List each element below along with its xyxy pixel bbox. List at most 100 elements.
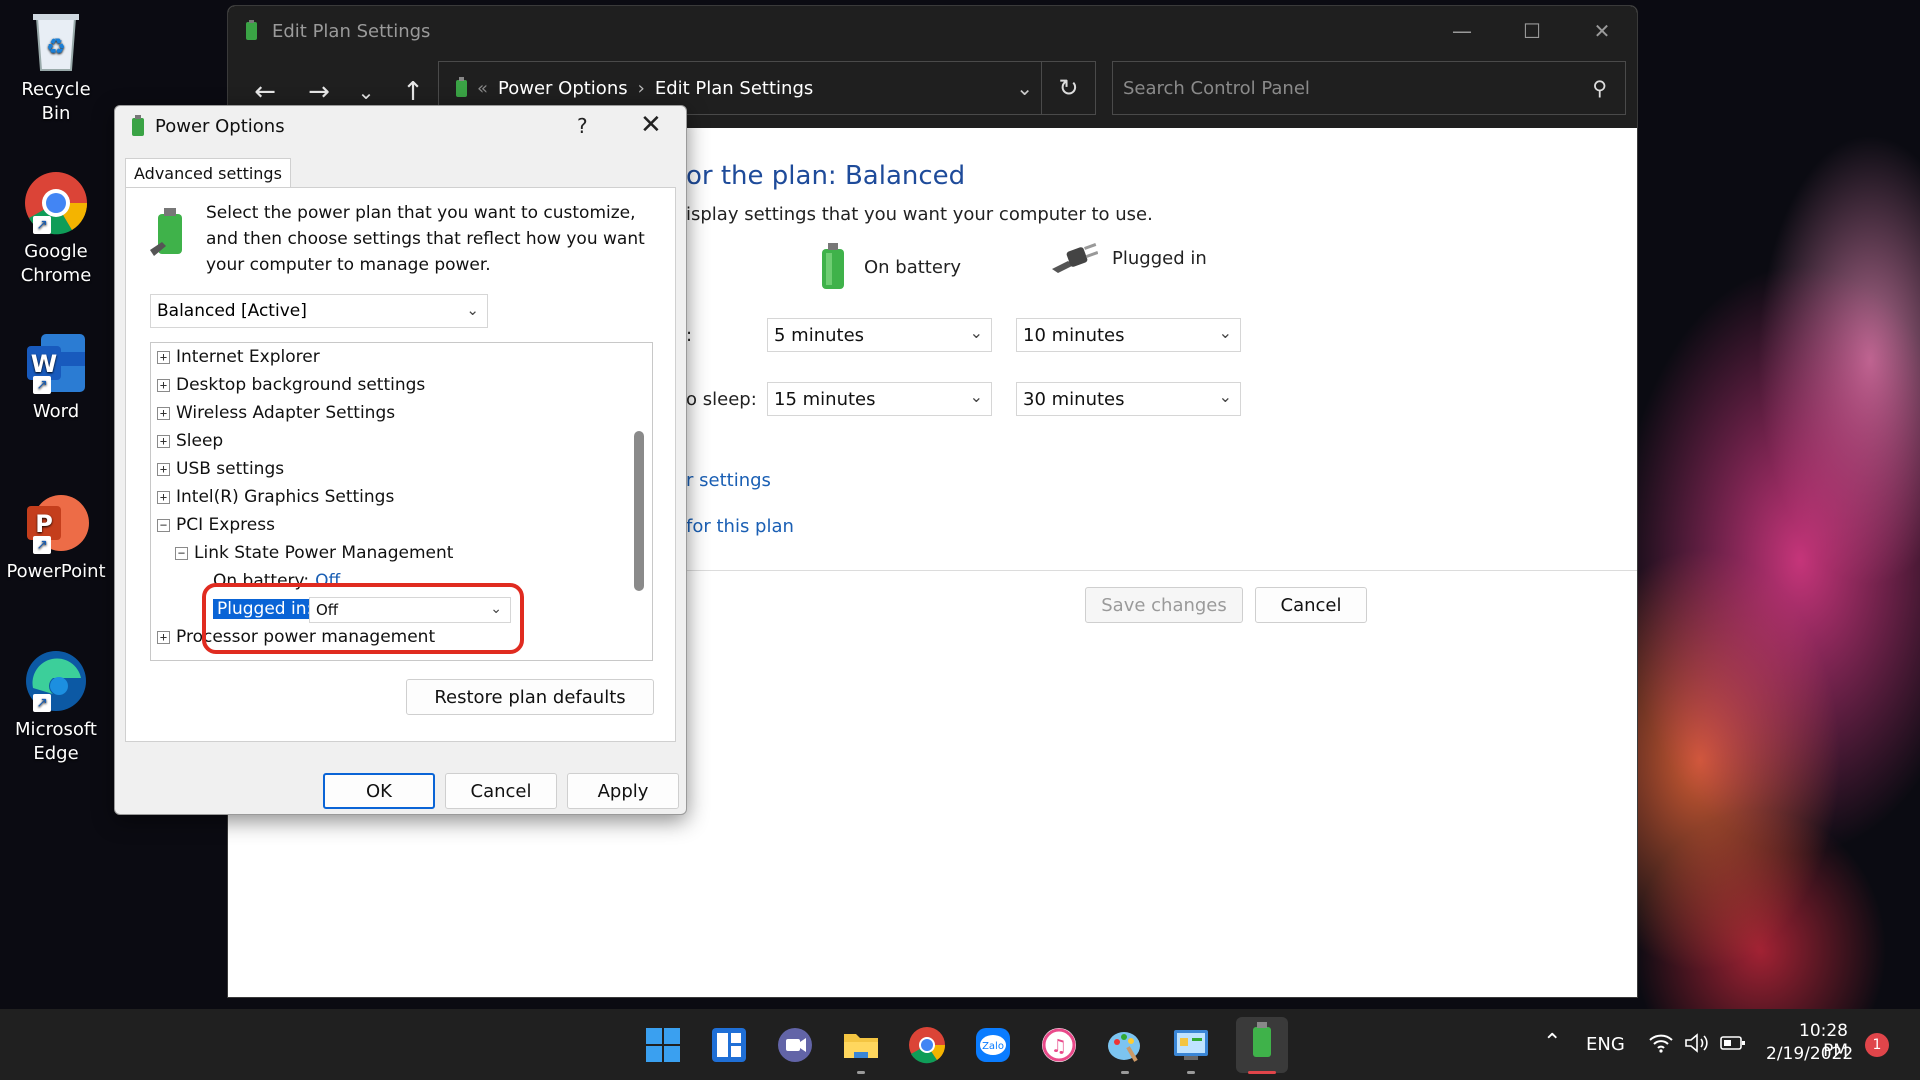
- expand-icon[interactable]: +: [157, 490, 170, 504]
- control-panel-icon: [453, 77, 471, 99]
- control-panel-taskbar-icon[interactable]: [1170, 1024, 1212, 1066]
- paint-icon[interactable]: [1104, 1024, 1146, 1066]
- maximize-button[interactable]: ☐: [1497, 6, 1567, 56]
- expand-icon[interactable]: +: [157, 378, 170, 392]
- apply-button[interactable]: Apply: [567, 773, 679, 809]
- advanced-settings-panel: Select the power plan that you want to c…: [125, 187, 676, 742]
- refresh-icon[interactable]: ↻: [1041, 62, 1095, 114]
- recycle-bin-icon: ♻: [23, 8, 89, 74]
- chrome-taskbar-icon[interactable]: [906, 1024, 948, 1066]
- main-window-title: Edit Plan Settings: [272, 20, 431, 42]
- widgets-icon[interactable]: [708, 1024, 750, 1066]
- dialog-title: Power Options: [155, 116, 285, 137]
- column-header-plugged-in: Plugged in: [1050, 243, 1207, 273]
- desktop-icon-word[interactable]: W ↗ Word: [6, 330, 106, 424]
- cancel-button[interactable]: Cancel: [1255, 587, 1367, 623]
- chat-icon[interactable]: [774, 1024, 816, 1066]
- file-explorer-icon[interactable]: [840, 1024, 882, 1066]
- taskbar-running-indicator: [857, 1071, 865, 1074]
- expand-icon[interactable]: +: [157, 350, 170, 364]
- battery-icon: [816, 243, 850, 291]
- tree-scrollbar-thumb[interactable]: [634, 431, 644, 591]
- main-title-bar[interactable]: Edit Plan Settings: [228, 6, 1637, 56]
- restore-defaults-link[interactable]: for this plan: [686, 516, 794, 537]
- tree-item-wireless-adapter[interactable]: + Wireless Adapter Settings: [157, 399, 395, 427]
- chevron-down-icon: ⌄: [1218, 387, 1232, 406]
- svg-text:P: P: [35, 510, 53, 538]
- save-changes-button[interactable]: Save changes: [1085, 587, 1243, 623]
- search-icon[interactable]: ⚲: [1592, 76, 1607, 100]
- expand-icon[interactable]: +: [157, 434, 170, 448]
- expand-icon[interactable]: +: [157, 462, 170, 476]
- desktop-icon-edge[interactable]: ↗ Microsoft Edge: [6, 648, 106, 766]
- tree-item-usb-settings[interactable]: + USB settings: [157, 455, 284, 483]
- tree-item-sleep[interactable]: + Sleep: [157, 427, 223, 455]
- battery-status-icon[interactable]: [1720, 1034, 1746, 1057]
- close-button[interactable]: ✕: [1567, 6, 1637, 56]
- edge-icon: ↗: [23, 648, 89, 714]
- desktop-icon-recycle-bin[interactable]: ♻ Recycle Bin: [6, 8, 106, 126]
- tree-item-link-state-power[interactable]: − Link State Power Management: [175, 539, 453, 567]
- breadcrumb-power-options[interactable]: Power Options: [498, 78, 628, 99]
- shortcut-arrow-icon: ↗: [33, 536, 51, 554]
- power-options-icon: [242, 20, 262, 42]
- sleep-plugged-select[interactable]: 30 minutes ⌄: [1016, 382, 1241, 416]
- itunes-icon[interactable]: ♫: [1038, 1024, 1080, 1066]
- search-control-panel-input[interactable]: Search Control Panel ⚲: [1112, 61, 1626, 115]
- annotation-highlight: [202, 583, 524, 654]
- taskbar-running-indicator: [1187, 1071, 1195, 1074]
- breadcrumb-separator: ›: [637, 77, 645, 99]
- plug-icon: [1050, 243, 1099, 273]
- tree-item-pci-express[interactable]: − PCI Express: [157, 511, 275, 539]
- collapse-icon[interactable]: −: [157, 518, 170, 532]
- tree-item-desktop-background[interactable]: + Desktop background settings: [157, 371, 425, 399]
- desktop-icon-powerpoint[interactable]: P ↗ PowerPoint: [6, 490, 106, 584]
- chevron-down-icon: ⌄: [969, 323, 983, 342]
- tree-item-intel-graphics[interactable]: + Intel(R) Graphics Settings: [157, 483, 394, 511]
- language-indicator[interactable]: ENG: [1586, 1034, 1625, 1055]
- expand-icon[interactable]: +: [157, 630, 170, 644]
- shortcut-arrow-icon: ↗: [33, 694, 51, 712]
- dialog-cancel-button[interactable]: Cancel: [445, 773, 557, 809]
- notification-badge[interactable]: 1: [1865, 1033, 1889, 1057]
- plan-subtitle: isplay settings that you want your compu…: [686, 204, 1153, 225]
- power-plan-select[interactable]: Balanced [Active] ⌄: [150, 294, 488, 328]
- power-options-taskbar-icon[interactable]: [1236, 1017, 1288, 1073]
- ok-button[interactable]: OK: [323, 773, 435, 809]
- taskbar: [0, 1009, 1920, 1080]
- display-off-battery-select[interactable]: 5 minutes ⌄: [767, 318, 992, 352]
- desktop-icon-chrome[interactable]: ↗ Google Chrome: [6, 170, 106, 288]
- breadcrumb-overflow[interactable]: «: [477, 78, 488, 99]
- volume-icon[interactable]: [1684, 1032, 1710, 1059]
- power-options-dialog: Power Options ? ✕ Advanced settings Sele…: [114, 105, 687, 815]
- taskbar-active-indicator: [1248, 1071, 1276, 1074]
- chevron-down-icon: ⌄: [466, 301, 479, 319]
- dialog-close-icon[interactable]: ✕: [640, 110, 662, 140]
- word-icon: W ↗: [23, 330, 89, 396]
- help-button[interactable]: ?: [577, 114, 588, 138]
- change-advanced-settings-link[interactable]: r settings: [686, 470, 771, 491]
- powerpoint-icon: P ↗: [23, 490, 89, 556]
- collapse-icon[interactable]: −: [175, 546, 188, 560]
- sleep-battery-select[interactable]: 15 minutes ⌄: [767, 382, 992, 416]
- display-off-plugged-select[interactable]: 10 minutes ⌄: [1016, 318, 1241, 352]
- expand-icon[interactable]: +: [157, 406, 170, 420]
- start-icon[interactable]: [642, 1024, 684, 1066]
- restore-plan-defaults-button[interactable]: Restore plan defaults: [406, 679, 654, 715]
- svg-text:W: W: [31, 350, 57, 378]
- breadcrumb-edit-plan-settings[interactable]: Edit Plan Settings: [655, 78, 813, 99]
- zalo-icon[interactable]: Zalo: [972, 1024, 1014, 1066]
- svg-text:♻: ♻: [46, 35, 66, 60]
- svg-text:Zalo: Zalo: [982, 1041, 1004, 1052]
- show-hidden-icons-chevron-icon[interactable]: ⌃: [1543, 1030, 1561, 1055]
- clock-date[interactable]: 2/19/2022: [1766, 1044, 1853, 1064]
- minimize-button[interactable]: —: [1427, 6, 1497, 56]
- wifi-icon[interactable]: [1648, 1032, 1674, 1059]
- svg-text:♫: ♫: [1051, 1036, 1067, 1057]
- column-header-on-battery: On battery: [816, 243, 961, 291]
- tab-advanced-settings[interactable]: Advanced settings: [125, 158, 291, 188]
- tree-item-internet-explorer[interactable]: + Internet Explorer: [157, 343, 320, 371]
- dialog-description: Select the power plan that you want to c…: [206, 203, 645, 275]
- taskbar-running-indicator: [1121, 1071, 1129, 1074]
- address-dropdown-chevron-icon[interactable]: ⌄: [1016, 76, 1033, 100]
